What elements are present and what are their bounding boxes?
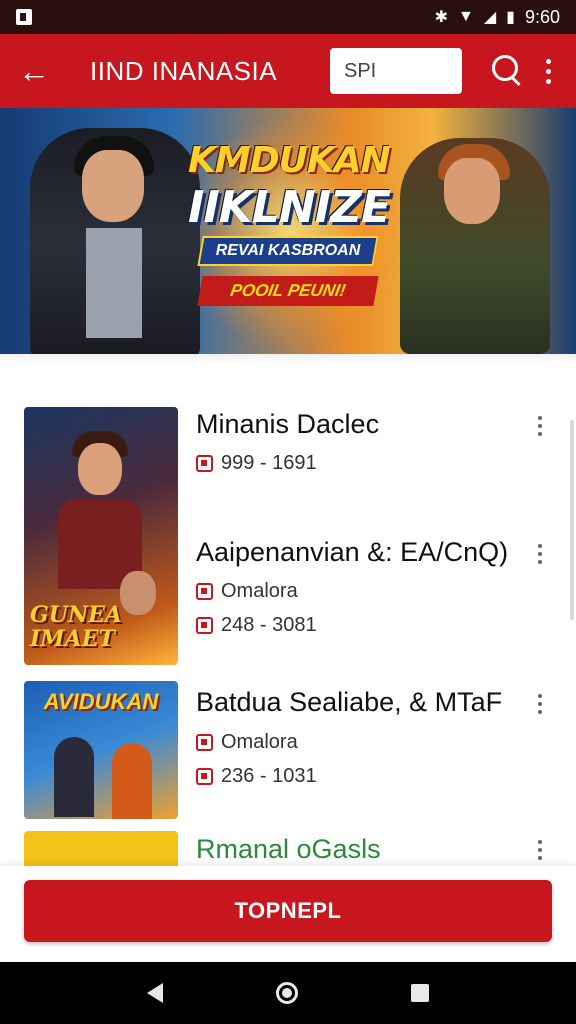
search-icon[interactable]: [484, 49, 528, 93]
list-item-meta: Omalora: [196, 731, 298, 754]
banner-headline-1: KMDUKAN: [188, 140, 391, 181]
list-item-meta: Omalora: [196, 580, 298, 603]
promo-banner[interactable]: KMDUKAN IIKLNIZE REVAI KASBROAN POOIL PE…: [0, 108, 576, 354]
back-arrow-icon[interactable]: ←: [18, 55, 58, 87]
ticket-icon: [196, 768, 213, 785]
list-item-meta-text: 236 - 1031: [221, 765, 317, 787]
bookmark-icon: [196, 583, 213, 600]
bookmark-icon: [196, 734, 213, 751]
nav-back-icon[interactable]: [146, 983, 163, 1003]
app-bar: ← IIND INANASIA SPI: [0, 34, 576, 108]
banner-hero-right: [400, 138, 550, 354]
more-options-icon[interactable]: [538, 58, 558, 84]
list-item-meta: 248 - 3081: [196, 614, 317, 637]
bottom-action-area: TOPNEPL: [0, 866, 576, 962]
battery-icon: ▮: [506, 9, 515, 26]
banner-subtitle-1: REVAI KASBROAN: [215, 242, 361, 259]
list-item-meta: 999 - 1691: [196, 452, 317, 475]
list-item-meta-text: 999 - 1691: [221, 452, 317, 474]
item-more-icon[interactable]: [534, 416, 546, 436]
status-time: 9:60: [524, 6, 560, 27]
list-item-thumbnail[interactable]: AVIDUKAN: [24, 681, 178, 819]
banner-subtitle-2: POOIL PEUNI!: [197, 276, 379, 306]
bluetooth-icon: ✱: [434, 9, 448, 26]
thumbnail-caption: GUNEA IMAET: [30, 602, 122, 652]
item-more-icon[interactable]: [534, 544, 546, 564]
list-item-meta-text: Omalora: [221, 580, 298, 602]
wifi-icon: ▼: [457, 8, 474, 25]
status-icons: ✱ ▼ ◢ ▮ 9:60: [435, 7, 560, 28]
signal-icon: ◢: [483, 9, 497, 26]
list-item-title[interactable]: Rmanal oGasls: [196, 834, 381, 865]
item-more-icon[interactable]: [534, 840, 546, 860]
banner-headline-2: IIKLNIZE: [188, 182, 391, 233]
search-input[interactable]: SPI: [330, 48, 462, 94]
primary-action-button[interactable]: TOPNEPL: [24, 880, 552, 942]
nav-recents-icon[interactable]: [411, 984, 430, 1002]
ticket-icon: [196, 455, 213, 472]
list-item-title[interactable]: Aaipenanvian &: EA/CnQ): [196, 537, 508, 568]
list-item-meta-text: Omalora: [221, 731, 298, 753]
list-item-meta-text: 248 - 3081: [221, 614, 317, 636]
page-title: IIND INANASIA: [90, 55, 278, 86]
content-list: GUNEA IMAET Minanis Daclec 999 - 1691 Aa…: [0, 354, 576, 866]
ticket-icon: [196, 617, 213, 634]
thumbnail-caption: AVIDUKAN: [43, 689, 159, 714]
list-item-title[interactable]: Batdua Sealiabe, & MTaF: [196, 687, 502, 718]
scrollbar[interactable]: [570, 420, 574, 620]
list-item-title[interactable]: Minanis Daclec: [196, 409, 379, 440]
banner-hero-left: [30, 128, 200, 354]
notification-icon: [16, 9, 32, 25]
list-item-meta: 236 - 1031: [196, 765, 317, 788]
system-nav-bar: [0, 962, 576, 1024]
nav-home-icon[interactable]: [275, 982, 298, 1004]
status-bar: ✱ ▼ ◢ ▮ 9:60: [0, 0, 576, 34]
item-more-icon[interactable]: [534, 694, 546, 714]
list-item-thumbnail[interactable]: GUNEA IMAET: [24, 407, 178, 665]
list-item-thumbnail[interactable]: [24, 831, 178, 866]
